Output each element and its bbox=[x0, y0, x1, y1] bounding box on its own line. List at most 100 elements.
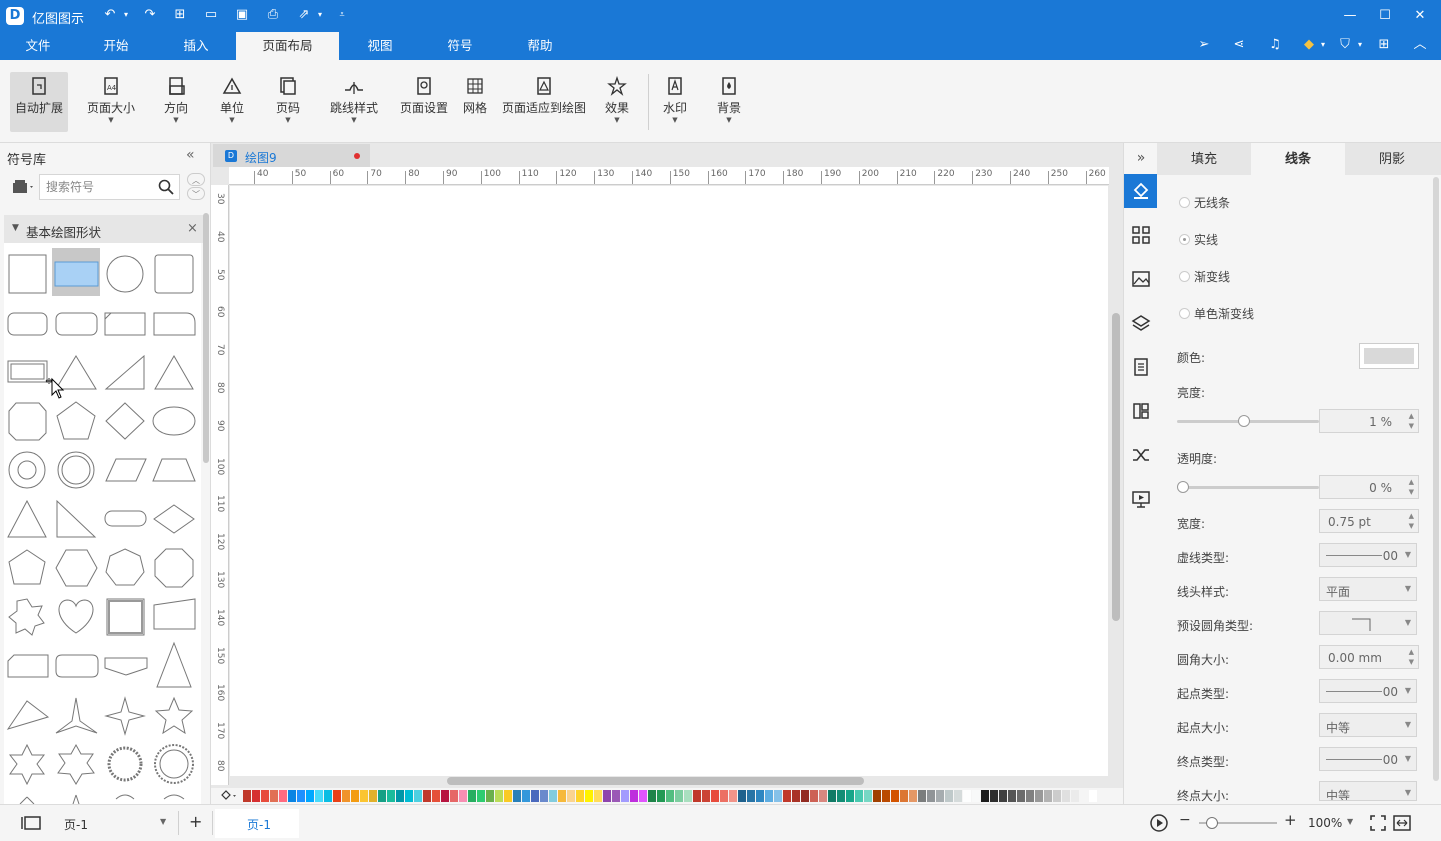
library-manager-icon[interactable] bbox=[12, 179, 36, 195]
color-swatch[interactable] bbox=[495, 790, 503, 802]
page-select-dropdown[interactable]: 页-1 ▼ bbox=[58, 811, 172, 835]
add-page-icon[interactable]: + bbox=[189, 812, 202, 831]
color-swatch[interactable] bbox=[1026, 790, 1034, 802]
bell-icon[interactable]: ♫ bbox=[1266, 36, 1284, 54]
zoom-slider-knob[interactable] bbox=[1205, 817, 1218, 829]
shape-rectangle[interactable] bbox=[8, 254, 47, 294]
radio-single-gradient-line[interactable]: 单色渐变线 bbox=[1179, 305, 1254, 322]
shape-triangle-2[interactable] bbox=[7, 499, 47, 538]
presentation-icon[interactable] bbox=[1124, 482, 1158, 516]
drawing-page[interactable] bbox=[230, 186, 1108, 776]
shape-manual-input[interactable] bbox=[153, 598, 196, 630]
shape-tall-triangle[interactable] bbox=[156, 641, 192, 688]
color-swatch[interactable] bbox=[675, 790, 683, 802]
shape-trapezoid[interactable] bbox=[152, 458, 196, 482]
color-swatch[interactable] bbox=[846, 790, 854, 802]
color-swatch[interactable] bbox=[459, 790, 467, 802]
symbol-search-input[interactable] bbox=[46, 180, 154, 194]
color-swatch[interactable] bbox=[729, 790, 737, 802]
transparency-slider[interactable] bbox=[1177, 481, 1319, 493]
watermark-button[interactable]: 水印 ▼ bbox=[658, 72, 692, 132]
format-fill-icon[interactable] bbox=[1124, 174, 1158, 208]
color-swatch[interactable] bbox=[1062, 790, 1070, 802]
shape-round-corner-rectangle[interactable] bbox=[153, 312, 196, 336]
color-swatch[interactable] bbox=[819, 790, 827, 802]
color-swatch[interactable] bbox=[954, 790, 962, 802]
layers-icon[interactable] bbox=[1124, 306, 1158, 340]
share-icon[interactable]: ⋖ bbox=[1230, 36, 1248, 54]
color-swatch[interactable] bbox=[693, 790, 701, 802]
export-icon[interactable]: ⇗ bbox=[296, 7, 312, 23]
library-scrollbar[interactable] bbox=[203, 213, 209, 463]
dash-type-dropdown[interactable]: 00 ▼ bbox=[1319, 543, 1417, 567]
color-swatch[interactable] bbox=[1089, 790, 1097, 802]
menu-help[interactable]: 帮助 bbox=[510, 32, 570, 60]
color-swatch[interactable] bbox=[324, 790, 332, 802]
page-tab[interactable]: 页-1 bbox=[215, 809, 299, 838]
color-swatch[interactable] bbox=[1017, 790, 1025, 802]
menu-insert[interactable]: 插入 bbox=[166, 32, 226, 60]
stepper-arrows-icon[interactable]: ▲ ▼ bbox=[1409, 477, 1414, 497]
menu-view[interactable]: 视图 bbox=[350, 32, 410, 60]
shape-heptagon[interactable] bbox=[105, 548, 145, 586]
color-swatch[interactable] bbox=[855, 790, 863, 802]
shape-rectangle-selected[interactable] bbox=[52, 248, 100, 296]
color-swatch[interactable] bbox=[441, 790, 449, 802]
color-swatch[interactable] bbox=[1044, 790, 1052, 802]
shape-star-rounded[interactable] bbox=[8, 598, 45, 636]
color-swatch[interactable] bbox=[972, 790, 980, 802]
color-swatch[interactable] bbox=[684, 790, 692, 802]
shape-square[interactable] bbox=[154, 254, 194, 294]
shape-isosceles-triangle[interactable] bbox=[154, 354, 194, 390]
shape-seal[interactable] bbox=[154, 744, 194, 784]
theme-dropdown-icon[interactable]: ▾ bbox=[1351, 36, 1369, 54]
auto-extend-button[interactable]: 自动扩展 bbox=[10, 72, 68, 132]
expand-panel-icon[interactable]: » bbox=[1124, 145, 1158, 171]
color-swatch[interactable] bbox=[1053, 790, 1061, 802]
color-swatch[interactable] bbox=[585, 790, 593, 802]
effects-button[interactable]: 效果 ▼ bbox=[600, 72, 634, 132]
start-type-dropdown[interactable]: 00 ▼ bbox=[1319, 679, 1417, 703]
shape-flag-triangle[interactable] bbox=[6, 700, 50, 730]
zoom-slider[interactable] bbox=[1199, 817, 1277, 829]
color-swatch[interactable] bbox=[918, 790, 926, 802]
color-swatch[interactable] bbox=[612, 790, 620, 802]
color-swatch[interactable] bbox=[315, 790, 323, 802]
color-swatch[interactable] bbox=[504, 790, 512, 802]
radio-gradient-line[interactable]: 渐变线 bbox=[1179, 268, 1230, 285]
shape-ellipse[interactable] bbox=[152, 406, 196, 436]
collapse-ribbon-icon[interactable]: ︿ bbox=[1411, 36, 1429, 54]
color-swatch[interactable] bbox=[963, 790, 971, 802]
color-swatch[interactable] bbox=[783, 790, 791, 802]
color-swatch[interactable] bbox=[468, 790, 476, 802]
color-swatch[interactable] bbox=[1008, 790, 1016, 802]
color-swatch[interactable] bbox=[342, 790, 350, 802]
brightness-slider-knob[interactable] bbox=[1238, 415, 1251, 427]
shape-octagon-2[interactable] bbox=[154, 548, 194, 588]
color-swatch[interactable] bbox=[450, 790, 458, 802]
page-properties-icon[interactable] bbox=[1124, 350, 1158, 384]
scroll-up-icon[interactable]: ︿ bbox=[187, 173, 205, 186]
color-swatch[interactable] bbox=[522, 790, 530, 802]
page-number-button[interactable]: 页码 ▼ bbox=[270, 72, 306, 132]
color-swatch[interactable] bbox=[756, 790, 764, 802]
color-swatch[interactable] bbox=[576, 790, 584, 802]
customize-toolbar-icon[interactable]: ⩡ bbox=[334, 7, 350, 23]
color-swatch[interactable] bbox=[252, 790, 260, 802]
color-swatch[interactable] bbox=[864, 790, 872, 802]
open-folder-icon[interactable]: ▭ bbox=[203, 7, 219, 23]
shape-ring[interactable] bbox=[8, 451, 46, 489]
color-swatch[interactable] bbox=[279, 790, 287, 802]
document-tab[interactable]: D 绘图9 bbox=[213, 144, 370, 167]
tab-shadow[interactable]: 阴影 bbox=[1345, 143, 1439, 175]
shape-seven-point-star[interactable] bbox=[57, 743, 95, 785]
color-swatch[interactable] bbox=[810, 790, 818, 802]
line-color-picker[interactable] bbox=[1359, 343, 1419, 369]
shape-parallelogram[interactable] bbox=[105, 458, 147, 482]
fill-bucket-icon[interactable] bbox=[219, 790, 239, 802]
color-swatch[interactable] bbox=[531, 790, 539, 802]
page-setup-button[interactable]: 页面设置 bbox=[396, 72, 452, 132]
color-swatch[interactable] bbox=[891, 790, 899, 802]
save-icon[interactable]: ▣ bbox=[234, 7, 250, 23]
color-swatch[interactable] bbox=[360, 790, 368, 802]
